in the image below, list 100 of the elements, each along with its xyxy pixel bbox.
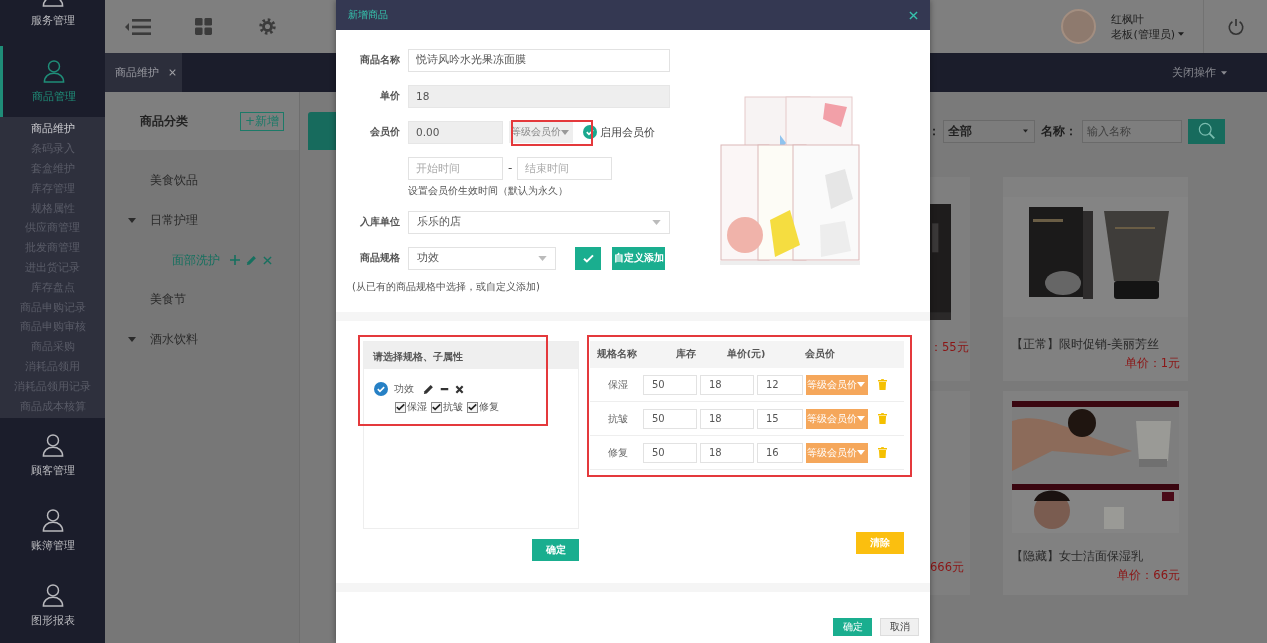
input-field[interactable]: 开始时间 — [408, 156, 503, 180]
dialog-title: 新增商品 — [348, 8, 388, 22]
close-icon[interactable] — [169, 69, 176, 76]
person-icon — [41, 433, 64, 458]
nav-item[interactable]: 图形报表 — [0, 568, 105, 643]
checked-icon[interactable] — [374, 382, 388, 396]
check-icon — [396, 403, 405, 411]
input-field[interactable]: 18 — [700, 442, 754, 463]
submenu-item[interactable]: 商品维护 — [0, 119, 105, 140]
caret-icon[interactable] — [128, 337, 136, 343]
table-cell-text: 抗皱 — [607, 411, 629, 426]
field-label: 入库单位 — [359, 215, 401, 229]
close-icon[interactable] — [909, 10, 918, 20]
input-field[interactable]: 50 — [643, 408, 697, 429]
cancel-button[interactable]: 取消 — [880, 618, 919, 636]
product-price: 666元 — [930, 560, 965, 575]
person-icon — [43, 59, 65, 84]
tree-item[interactable]: 美食饮品 — [150, 172, 198, 190]
spec-name: 功效 — [394, 382, 414, 396]
field-label: 会员价 — [369, 125, 401, 139]
table-cell-text: 保湿 — [607, 377, 629, 392]
ok-button[interactable]: 确定 — [833, 618, 872, 636]
tree-item[interactable]: 酒水饮料 — [150, 331, 198, 349]
product-card[interactable]: 【正常】限时促销-美丽芳丝 单价：1元 — [1003, 177, 1188, 381]
hint-text: 设置会员价生效时间（默认为永久） — [408, 184, 568, 198]
checkbox[interactable] — [395, 401, 406, 413]
option-label: 保湿 — [407, 400, 427, 414]
option-label: 修复 — [479, 400, 499, 414]
field-label: 单价 — [379, 89, 401, 103]
check-icon — [582, 253, 594, 263]
person-icon — [41, 583, 64, 608]
product-title: 【隐藏】女士洁面保湿乳 — [1010, 549, 1144, 564]
product-card[interactable]: ：55元 — [930, 177, 970, 381]
column-header: 库存 — [675, 348, 697, 361]
confirm-button[interactable]: 确定 — [532, 539, 579, 561]
input-field[interactable]: 12 — [757, 374, 803, 395]
nav-item[interactable]: 顾客管理 — [0, 418, 105, 494]
field-label: 商品规格 — [359, 251, 401, 265]
input-field[interactable]: 18 — [700, 408, 754, 429]
nav-item[interactable]: 账簿管理 — [0, 493, 105, 569]
check-icon — [468, 403, 477, 411]
input-field[interactable]: 16 — [757, 442, 803, 463]
caret-icon — [857, 450, 865, 455]
type-select[interactable]: 全部 — [943, 119, 1035, 143]
separator: - — [508, 161, 513, 175]
close-operations-menu[interactable]: 关闭操作 — [1172, 53, 1267, 92]
grid-icon[interactable] — [195, 18, 212, 35]
filter-label: ： — [928, 122, 940, 140]
trash-icon[interactable] — [878, 413, 887, 424]
minus-icon[interactable] — [440, 387, 449, 391]
product-price: 单价：1元 — [1123, 356, 1181, 371]
caret-icon[interactable] — [128, 218, 136, 224]
checkbox[interactable] — [467, 401, 478, 413]
user-role-menu[interactable]: 老板(管理员) — [1111, 26, 1184, 42]
product-card[interactable]: 【隐藏】女士洁面保湿乳 单价：66元 — [1003, 391, 1188, 595]
column-header: 会员价 — [804, 348, 836, 361]
product-price: ：55元 — [930, 340, 970, 355]
power-icon[interactable] — [1226, 17, 1245, 36]
caret-icon — [857, 382, 865, 387]
check-icon — [432, 403, 441, 411]
caret-icon — [1023, 129, 1028, 133]
caret-icon — [1178, 32, 1184, 36]
input-field[interactable]: 50 — [643, 374, 697, 395]
edit-icon[interactable] — [423, 383, 434, 395]
caret-icon — [857, 416, 865, 421]
input-field[interactable]: 结束时间 — [517, 156, 613, 180]
search-button[interactable] — [1188, 118, 1225, 144]
product-card[interactable]: 666元 — [930, 391, 970, 595]
person-icon — [41, 508, 64, 533]
tree-item[interactable]: 美食节 — [150, 291, 186, 309]
caret-icon — [652, 219, 661, 225]
level-button[interactable]: 等级会员价 — [806, 408, 868, 429]
custom-add-button[interactable]: 自定义添加 — [612, 246, 665, 270]
search-icon — [1197, 122, 1216, 140]
checkbox[interactable] — [431, 401, 442, 413]
clear-button[interactable]: 清除 — [856, 532, 904, 554]
hint-text: (从已有的商品规格中选择，或自定义添加) — [351, 280, 541, 294]
spec-select[interactable]: 功效 — [408, 246, 556, 270]
caret-icon — [1221, 70, 1227, 75]
panel-title: 请选择规格、子属性 — [364, 342, 578, 369]
trash-icon[interactable] — [878, 447, 887, 458]
delete-icon[interactable] — [455, 384, 464, 394]
settings-icon[interactable] — [259, 18, 276, 35]
tree-item[interactable]: 日常护理 — [150, 212, 198, 230]
input-field[interactable]: 悦诗风吟水光果冻面膜 — [408, 48, 670, 72]
input-field[interactable]: 50 — [643, 442, 697, 463]
field-label: 商品名称 — [359, 53, 401, 67]
input-field[interactable]: 18 — [700, 374, 754, 395]
nav-item[interactable]: 服务管理 — [0, 0, 105, 40]
tab[interactable]: 商品维护 — [105, 53, 182, 92]
option-label: 抗皱 — [443, 400, 463, 414]
panel-title: 商品分类 — [140, 112, 188, 130]
level-button[interactable]: 等级会员价 — [806, 442, 868, 463]
product-title: 【正常】限时促销-美丽芳丝 — [1010, 337, 1161, 352]
input-field[interactable]: 15 — [757, 408, 803, 429]
confirm-button[interactable] — [575, 246, 601, 270]
menu-collapse-icon[interactable] — [125, 17, 151, 36]
level-button[interactable]: 等级会员价 — [806, 374, 868, 395]
store-select[interactable]: 乐乐的店 — [408, 210, 670, 234]
trash-icon[interactable] — [878, 379, 887, 390]
